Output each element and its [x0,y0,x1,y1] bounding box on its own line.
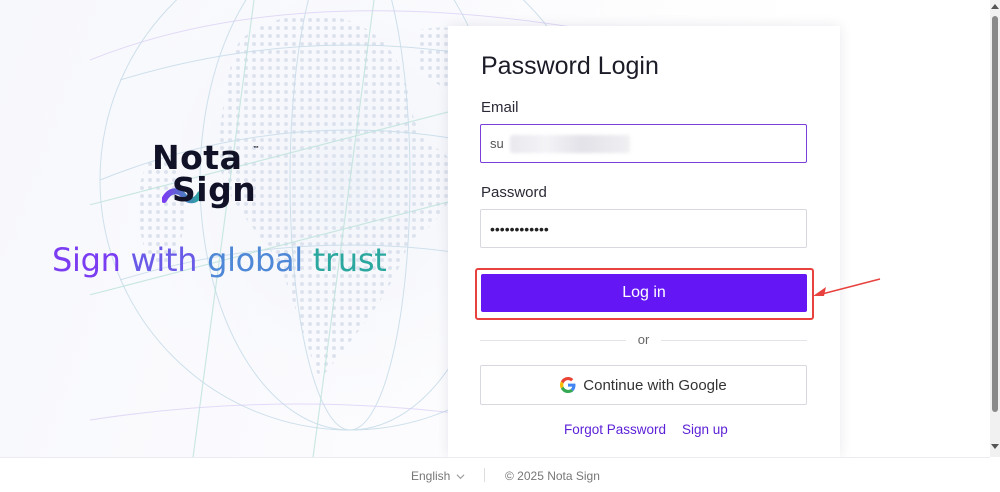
nota-sign-logo: Nota ™ Sign [152,140,282,214]
email-value: su [490,136,504,151]
footer: English © 2025 Nota Sign [0,457,990,492]
page-title: Password Login [481,52,659,80]
chevron-down-icon [456,473,465,479]
scroll-up-arrow-icon[interactable] [991,4,999,9]
google-g-icon [560,377,576,393]
vertical-scrollbar[interactable] [990,0,1000,457]
google-login-button[interactable]: Continue with Google [480,365,807,405]
google-button-label: Continue with Google [583,376,727,394]
red-arrow-icon [813,278,881,296]
copyright-text: © 2025 Nota Sign [505,469,600,483]
redacted-email [509,134,630,153]
email-field[interactable]: su [480,124,807,163]
language-selector[interactable]: English [411,469,465,483]
sign-up-link[interactable]: Sign up [682,422,728,437]
login-card: Password Login Email su Password •••••••… [448,26,840,457]
password-label: Password [481,184,547,201]
tagline-word-3: global [207,241,303,279]
password-value: •••••••••••• [490,220,549,237]
email-label: Email [481,99,519,116]
divider-line-right [661,340,807,341]
footer-separator [484,468,485,482]
scrollbar-thumb[interactable] [992,16,998,412]
tagline-word-4: trust [312,241,387,279]
or-divider: or [480,331,807,351]
logo-trademark: ™ [253,146,259,152]
language-label: English [411,469,451,483]
tagline: Sign with global trust [52,238,387,282]
scroll-down-arrow-icon[interactable] [991,444,999,449]
logo-text-sign: Sign [172,170,257,209]
tagline-word-1: Sign [52,241,121,279]
tagline-word-2: with [130,241,198,279]
login-button[interactable]: Log in [481,274,807,312]
password-field[interactable]: •••••••••••• [480,209,807,248]
forgot-password-link[interactable]: Forgot Password [564,422,666,437]
